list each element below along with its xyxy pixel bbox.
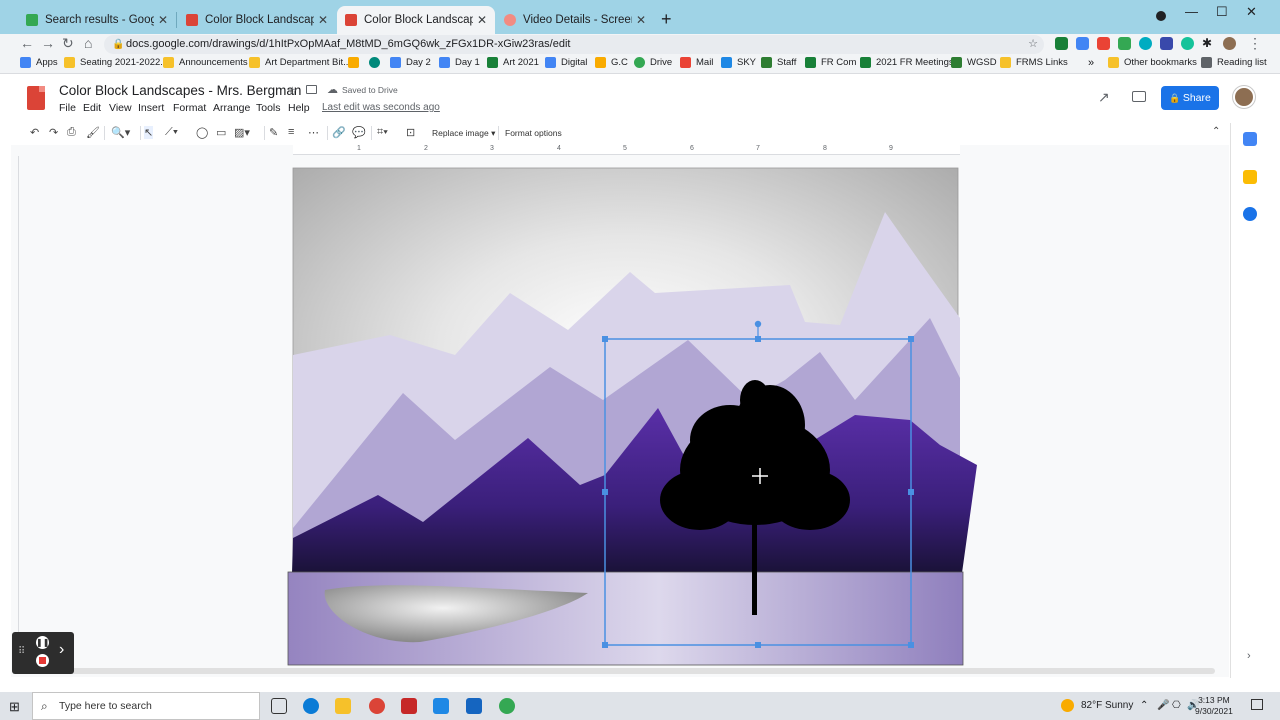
search-icon: ⌕	[41, 699, 48, 713]
app-red-icon[interactable]	[401, 698, 417, 714]
file-explorer-icon[interactable]	[335, 698, 351, 714]
landscape-drawing	[287, 167, 977, 666]
horizontal-scrollbar[interactable]	[20, 668, 1215, 674]
network-icon[interactable]: ⎔	[1172, 700, 1181, 711]
resize-handle[interactable]	[908, 489, 914, 495]
microphone-icon[interactable]: 🎤	[1157, 700, 1169, 711]
stop-recording-icon[interactable]	[36, 654, 49, 667]
tray-chevron-icon[interactable]: ⌃	[1140, 700, 1148, 711]
search-placeholder: Type here to search	[59, 700, 152, 712]
photos-icon[interactable]	[466, 698, 482, 714]
taskbar-search[interactable]: ⌕ Type here to search	[32, 692, 260, 720]
edge-icon[interactable]	[303, 698, 319, 714]
windows-start-icon[interactable]: ⊞	[9, 699, 20, 715]
rotate-handle[interactable]	[754, 320, 762, 328]
resize-handle[interactable]	[602, 642, 608, 648]
resize-handle[interactable]	[908, 642, 914, 648]
expand-recorder-icon[interactable]: ›	[59, 641, 64, 659]
clock-date: 9/30/2021	[1195, 706, 1233, 716]
weather-sun-icon[interactable]	[1061, 699, 1074, 712]
weather-text[interactable]: 82°F Sunny	[1081, 700, 1133, 711]
resize-handle[interactable]	[908, 336, 914, 342]
expand-panel-icon[interactable]: ›	[1247, 650, 1251, 662]
resize-handle[interactable]	[602, 489, 608, 495]
chrome-icon[interactable]	[369, 698, 385, 714]
tasks-icon[interactable]	[1243, 207, 1257, 221]
resize-handle[interactable]	[602, 336, 608, 342]
resize-handle[interactable]	[755, 336, 761, 342]
keep-icon[interactable]	[1243, 170, 1257, 184]
screen-recorder-widget: ⠿ ❚❚ ›	[12, 632, 74, 674]
notifications-icon[interactable]	[1251, 699, 1263, 710]
taskbar-clock[interactable]: 3:13 PM 9/30/2021	[1195, 695, 1233, 717]
clock-time: 3:13 PM	[1198, 695, 1230, 705]
app-blue-icon[interactable]	[433, 698, 449, 714]
task-view-icon[interactable]	[271, 698, 287, 714]
calendar-icon[interactable]	[1243, 132, 1257, 146]
side-panel: ›	[1230, 123, 1280, 678]
drag-handle-icon[interactable]: ⠿	[18, 646, 25, 657]
pause-recording-icon[interactable]: ❚❚	[36, 636, 49, 649]
resize-handle[interactable]	[755, 642, 761, 648]
chrome-profile-icon[interactable]	[499, 698, 515, 714]
windows-taskbar: ⊞ ⌕ Type here to search 82°F Sunny ⌃ 🎤 ⎔…	[0, 692, 1280, 720]
